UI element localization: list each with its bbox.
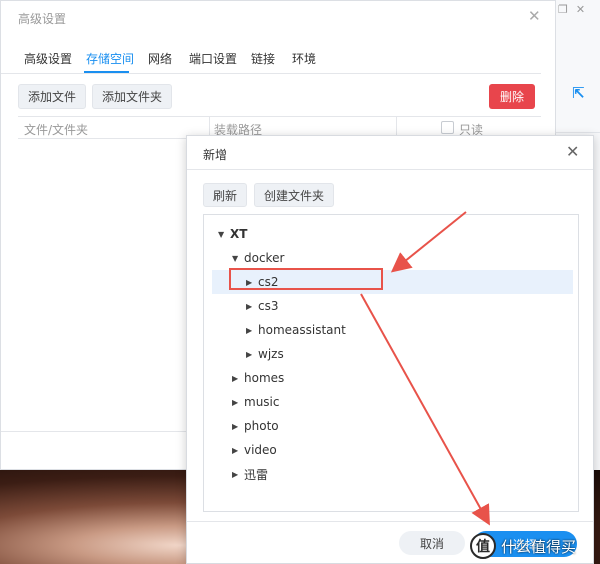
dialog-title: 新增	[203, 148, 228, 162]
tree-node-root[interactable]: ▼ XT	[218, 223, 247, 245]
window-title: 高级设置	[18, 12, 67, 26]
watermark-text: 什么值得买	[501, 537, 577, 556]
close-icon[interactable]: ✕	[566, 142, 579, 161]
tree-node-label: wjzs	[258, 347, 284, 361]
caret-right-icon: ▶	[232, 445, 239, 455]
tree-node-label: photo	[244, 419, 279, 433]
caret-right-icon: ▶	[246, 349, 253, 359]
tree-node-label: docker	[244, 251, 285, 265]
tree-node-label: music	[244, 395, 280, 409]
divider	[187, 521, 593, 522]
active-tab-indicator	[84, 71, 129, 73]
settings-tabs: 高级设置 存储空间 网络 端口设置 链接 环境	[1, 41, 541, 74]
tree-node-label: homes	[244, 371, 285, 385]
divider	[187, 169, 593, 170]
caret-down-icon: ▼	[218, 229, 225, 239]
tree-node-music[interactable]: ▶ music	[232, 391, 279, 413]
window-controls: ❐ ✕	[558, 3, 585, 16]
tab-port[interactable]: 端口设置	[189, 50, 237, 67]
tree-node-label: cs3	[258, 299, 279, 313]
watermark-logo-icon: 值	[470, 533, 496, 559]
annotation-highlight-box	[229, 268, 383, 290]
tree-node-xunlei[interactable]: ▶ 迅雷	[232, 463, 268, 485]
tab-link[interactable]: 链接	[251, 50, 275, 67]
caret-right-icon: ▶	[232, 373, 239, 383]
tab-storage[interactable]: 存储空间	[86, 50, 134, 67]
caret-right-icon: ▶	[232, 397, 239, 407]
tree-node-photo[interactable]: ▶ photo	[232, 415, 279, 437]
column-file: 文件/文件夹	[24, 123, 89, 137]
delete-button[interactable]: 删除	[489, 84, 535, 109]
caret-right-icon: ▶	[246, 325, 253, 335]
tab-advanced[interactable]: 高级设置	[24, 50, 72, 67]
add-folder-button[interactable]: 添加文件夹	[92, 84, 172, 109]
add-file-button[interactable]: 添加文件	[18, 84, 86, 109]
close-icon[interactable]: ✕	[576, 3, 585, 16]
tree-node-homes[interactable]: ▶ homes	[232, 367, 284, 389]
external-link-icon[interactable]: ⇱	[572, 84, 585, 102]
tab-environment[interactable]: 环境	[292, 50, 316, 67]
tree-node-label: homeassistant	[258, 323, 346, 337]
divider	[556, 132, 600, 133]
restore-icon[interactable]: ❐	[558, 3, 568, 16]
add-folder-dialog: 新增 ✕ 刷新 创建文件夹 ▼ XT ▼ docker ▶ cs2 ▶ cs3 …	[186, 135, 594, 564]
watermark: 值 什么值得买	[470, 529, 600, 563]
close-icon[interactable]: ✕	[528, 7, 541, 25]
tree-node-label: 迅雷	[244, 467, 269, 482]
folder-tree: ▼ XT ▼ docker ▶ cs2 ▶ cs3 ▶ homeassistan…	[203, 214, 579, 512]
tree-node-label: video	[244, 443, 277, 457]
refresh-button[interactable]: 刷新	[203, 183, 247, 207]
readonly-checkbox[interactable]	[441, 121, 454, 134]
tree-node-wjzs[interactable]: ▶ wjzs	[246, 343, 284, 365]
create-folder-button[interactable]: 创建文件夹	[254, 183, 334, 207]
caret-down-icon: ▼	[232, 253, 239, 263]
tree-node-homeassistant[interactable]: ▶ homeassistant	[246, 319, 346, 341]
cancel-button[interactable]: 取消	[399, 531, 465, 555]
caret-right-icon: ▶	[246, 301, 253, 311]
caret-right-icon: ▶	[232, 469, 239, 479]
tree-node-docker[interactable]: ▼ docker	[232, 247, 284, 269]
tab-network[interactable]: 网络	[148, 50, 172, 67]
tree-node-cs3[interactable]: ▶ cs3	[246, 295, 278, 317]
caret-right-icon: ▶	[232, 421, 239, 431]
tree-node-video[interactable]: ▶ video	[232, 439, 277, 461]
tree-node-label: XT	[230, 227, 248, 241]
